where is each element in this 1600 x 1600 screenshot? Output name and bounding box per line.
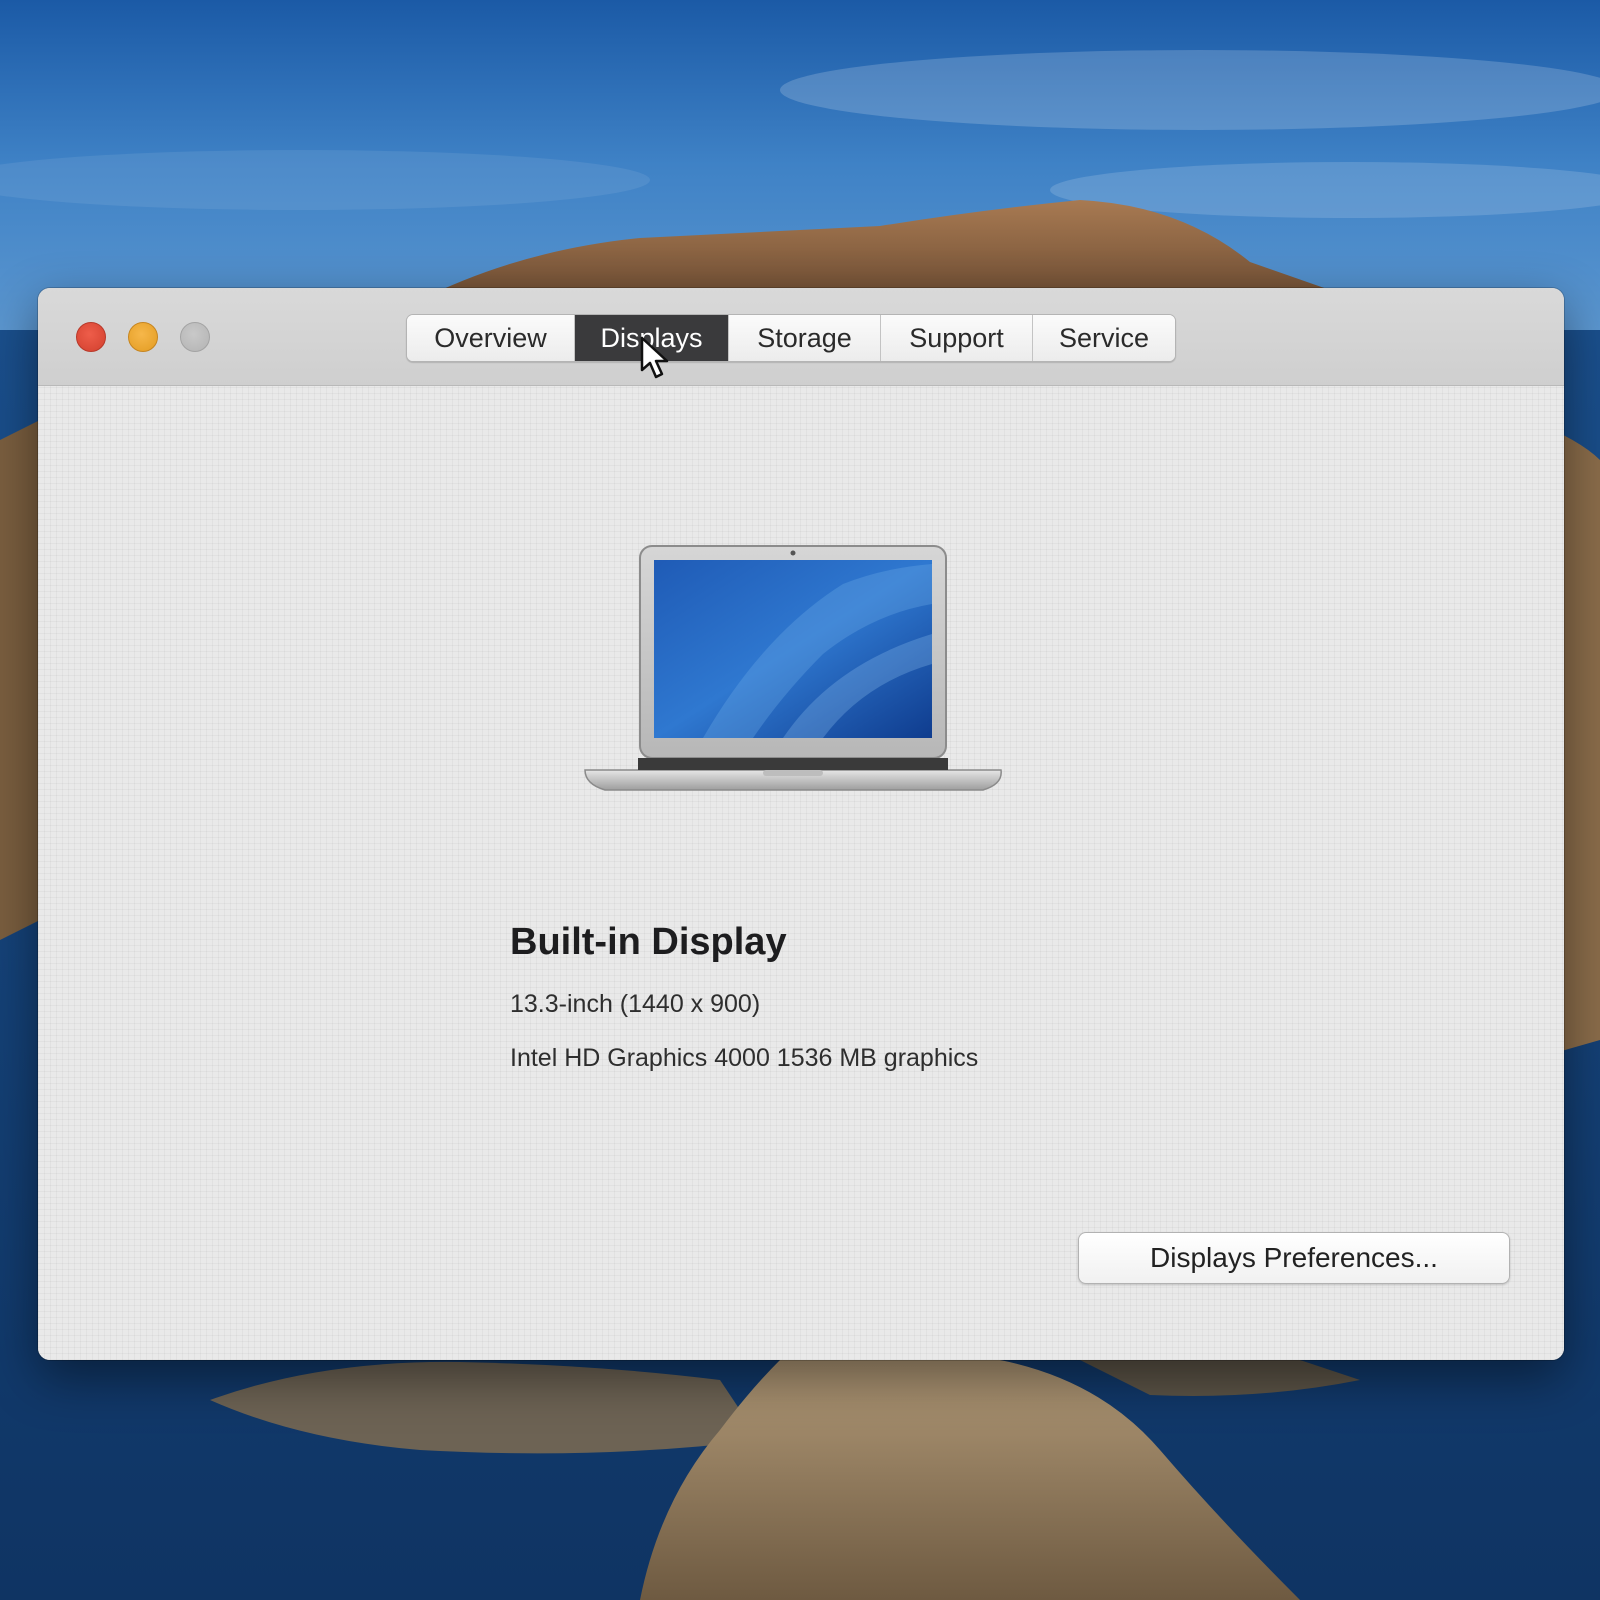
tab-bar: Overview Displays Storage Support Servic… [406, 314, 1176, 362]
displays-preferences-button[interactable]: Displays Preferences... [1078, 1232, 1510, 1284]
title-bar: Overview Displays Storage Support Servic… [38, 288, 1564, 386]
tab-displays[interactable]: Displays [575, 315, 729, 361]
tab-storage[interactable]: Storage [729, 315, 881, 361]
tab-support[interactable]: Support [881, 315, 1033, 361]
tab-overview[interactable]: Overview [407, 315, 575, 361]
display-size: 13.3-inch (1440 x 900) [510, 990, 761, 1018]
tab-service[interactable]: Service [1033, 315, 1175, 361]
displays-panel: Built-in Display 13.3-inch (1440 x 900) … [38, 386, 1564, 1360]
about-this-mac-window: Overview Displays Storage Support Servic… [38, 288, 1564, 1360]
zoom-button[interactable] [180, 322, 210, 352]
display-name: Built-in Display [510, 921, 787, 963]
display-graphics: Intel HD Graphics 4000 1536 MB graphics [510, 1044, 979, 1072]
laptop-icon [584, 545, 1002, 791]
minimize-button[interactable] [128, 322, 158, 352]
close-button[interactable] [76, 322, 106, 352]
